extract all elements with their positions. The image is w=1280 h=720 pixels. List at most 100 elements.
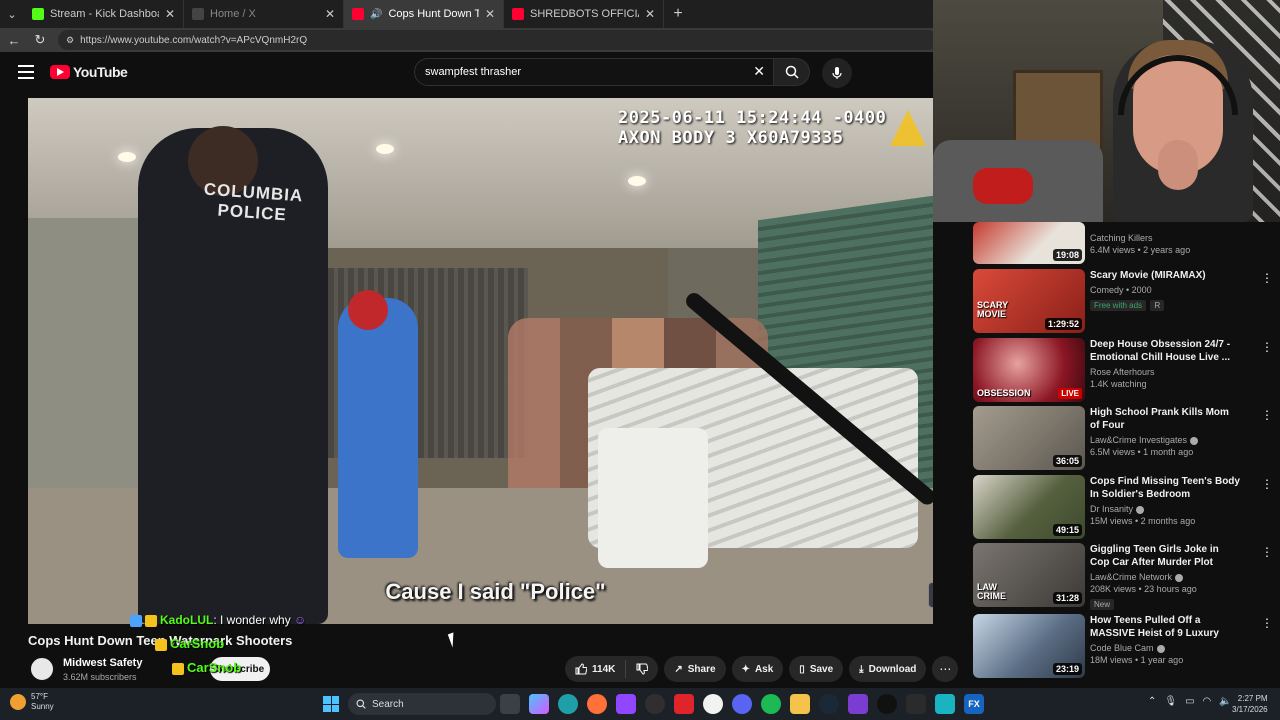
tab-search-icon[interactable]: ⌄ — [0, 0, 24, 28]
tab-youtube-video[interactable]: 🔊 Cops Hunt Down Teen Waterp ✕ — [344, 0, 504, 28]
menu-icon[interactable] — [18, 65, 34, 79]
back-arrow-icon[interactable]: ← — [6, 33, 22, 48]
more-actions-button[interactable]: ⋯ — [932, 656, 959, 682]
spotify-icon[interactable] — [761, 694, 781, 714]
recommendation-title[interactable]: How Teens Pulled Off a MASSIVE Heist of … — [1090, 614, 1240, 640]
share-button[interactable]: ↗ Share — [664, 656, 726, 682]
tab-kick-dashboard[interactable]: Stream - Kick Dashboard ✕ — [24, 0, 184, 28]
windows-start-icon[interactable] — [323, 696, 339, 712]
voice-search-button[interactable] — [822, 58, 852, 88]
channel-watermark-icon[interactable] — [928, 582, 933, 608]
volume-icon[interactable]: 🔈 — [1219, 696, 1231, 707]
recommendation-item[interactable]: LAW CRIME 31:28 Giggling Teen Girls Joke… — [973, 543, 1273, 610]
more-vertical-icon[interactable]: ⋮ — [1261, 340, 1273, 354]
microphone-icon[interactable]: 🎙 — [1164, 696, 1177, 707]
recommendation-item[interactable]: SCARY MOVIE 1:29:52 Scary Movie (MIRAMAX… — [973, 269, 1273, 333]
dislike-button[interactable] — [626, 663, 658, 675]
video-frame-chair — [598, 428, 708, 568]
download-button[interactable]: ⤓ Download — [849, 656, 927, 682]
recommendation-channel[interactable]: Rose Afterhours — [1090, 367, 1240, 377]
recommendation-channel[interactable]: Comedy • 2000 — [1090, 285, 1240, 295]
capture-app-icon[interactable] — [877, 694, 897, 714]
recommendation-channel[interactable]: Code Blue Cam — [1090, 643, 1240, 653]
video-thumbnail[interactable]: OBSESSION LIVE — [973, 338, 1085, 402]
video-thumbnail[interactable]: 19:08 — [973, 222, 1085, 264]
recommendation-title[interactable]: Deep House Obsession 24/7 - Emotional Ch… — [1090, 338, 1240, 364]
recommendation-channel[interactable]: Law&Crime Network — [1090, 572, 1240, 582]
search-button[interactable] — [774, 58, 810, 86]
itunes-icon[interactable] — [703, 694, 723, 714]
taskbar-search[interactable]: Search — [348, 693, 496, 715]
clear-search-icon[interactable]: ✕ — [753, 63, 765, 80]
like-count: 114K — [592, 663, 616, 675]
more-vertical-icon[interactable]: ⋮ — [1261, 477, 1273, 491]
recommendation-channel[interactable]: Catching Killers — [1090, 233, 1240, 243]
site-info-icon[interactable]: ⚙ — [66, 35, 74, 46]
wifi-icon[interactable]: ◠ — [1203, 696, 1212, 707]
tab-close-icon[interactable]: ✕ — [325, 7, 335, 21]
recommendation-item[interactable]: OBSESSION LIVE Deep House Obsession 24/7… — [973, 338, 1273, 402]
recommendation-title[interactable]: High School Prank Kills Mom of Four — [1090, 406, 1240, 432]
tab-shredbots[interactable]: SHREDBOTS OFFICIAL - YouTube ✕ — [504, 0, 664, 28]
tab-close-icon[interactable]: ✕ — [645, 7, 655, 21]
task-view-icon[interactable] — [500, 694, 520, 714]
audio-playing-icon[interactable]: 🔊 — [370, 9, 382, 20]
url-field[interactable]: ⚙ https://www.youtube.com/watch?v=APcVQn… — [58, 30, 938, 50]
weather-widget[interactable]: 57°F Sunny — [10, 692, 54, 712]
recommendation-title[interactable]: Giggling Teen Girls Joke in Cop Car Afte… — [1090, 543, 1240, 569]
chat-message: CarSnob — [172, 660, 241, 675]
dark-app-icon[interactable] — [906, 694, 926, 714]
red-app-icon[interactable] — [674, 694, 694, 714]
more-vertical-icon[interactable]: ⋮ — [1261, 408, 1273, 422]
recommendation-item[interactable]: 49:15 Cops Find Missing Teen's Body In S… — [973, 475, 1273, 539]
teal-app-icon[interactable] — [935, 694, 955, 714]
video-thumbnail[interactable]: 23:19 — [973, 614, 1085, 678]
steam-icon[interactable] — [819, 694, 839, 714]
display-icon[interactable]: ▭ — [1185, 696, 1194, 707]
recommendation-title[interactable]: Cops Find Missing Teen's Body In Soldier… — [1090, 475, 1240, 501]
new-tab-button[interactable]: + — [664, 5, 692, 23]
file-explorer-icon[interactable] — [790, 694, 810, 714]
channel-avatar[interactable] — [29, 656, 55, 682]
tab-home-x[interactable]: Home / X ✕ — [184, 0, 344, 28]
video-thumbnail[interactable]: 49:15 — [973, 475, 1085, 539]
video-thumbnail[interactable]: LAW CRIME 31:28 — [973, 543, 1085, 607]
recommendation-item[interactable]: 23:19 How Teens Pulled Off a MASSIVE Hei… — [973, 614, 1273, 678]
twitch-icon[interactable] — [616, 694, 636, 714]
obs-icon[interactable] — [645, 694, 665, 714]
more-vertical-icon[interactable]: ⋮ — [1261, 271, 1273, 285]
tab-close-icon[interactable]: ✕ — [485, 7, 495, 21]
recommendation-item[interactable]: 36:05 High School Prank Kills Mom of Fou… — [973, 406, 1273, 470]
youtube-wordmark: YouTube — [73, 64, 128, 80]
purple-app-icon[interactable] — [848, 694, 868, 714]
taskbar-search-label: Search — [372, 698, 404, 710]
recommendation-channel[interactable]: Law&Crime Investigates — [1090, 435, 1240, 445]
recommendation-channel[interactable]: Dr Insanity — [1090, 504, 1240, 514]
video-thumbnail[interactable]: 36:05 — [973, 406, 1085, 470]
recommendation-title[interactable]: Scary Movie (MIRAMAX) — [1090, 269, 1240, 282]
chevron-up-icon[interactable]: ⌃ — [1148, 696, 1156, 707]
firefox-icon[interactable] — [587, 694, 607, 714]
bookmark-icon: ▯ — [799, 663, 805, 675]
reload-icon[interactable]: ↻ — [32, 32, 48, 48]
more-vertical-icon[interactable]: ⋮ — [1261, 545, 1273, 559]
video-thumbnail[interactable]: SCARY MOVIE 1:29:52 — [973, 269, 1085, 333]
channel-name[interactable]: Midwest Safety — [63, 657, 142, 669]
youtube-logo[interactable]: YouTube — [50, 64, 128, 80]
webcam-overlay — [933, 0, 1280, 222]
chat-message: CarSnob — [155, 636, 224, 651]
microphone-icon — [832, 67, 842, 79]
taskbar-clock[interactable]: 2:27 PM 3/17/2026 — [1232, 693, 1268, 715]
copilot-icon[interactable] — [529, 694, 549, 714]
tab-close-icon[interactable]: ✕ — [165, 7, 175, 21]
video-player[interactable]: COLUMBIA POLICE 2025-06-11 15:24:44 -040… — [28, 98, 933, 624]
discord-icon[interactable] — [732, 694, 752, 714]
search-input[interactable]: swampfest thrasher ✕ — [414, 58, 774, 86]
save-button[interactable]: ▯ Save — [789, 656, 844, 682]
edge-icon[interactable] — [558, 694, 578, 714]
ask-label: Ask — [754, 663, 774, 675]
like-button[interactable]: 114K — [565, 660, 627, 678]
fx-app-icon[interactable]: FX — [964, 694, 984, 714]
ask-button[interactable]: ✦ Ask — [731, 656, 784, 682]
more-vertical-icon[interactable]: ⋮ — [1261, 616, 1273, 630]
